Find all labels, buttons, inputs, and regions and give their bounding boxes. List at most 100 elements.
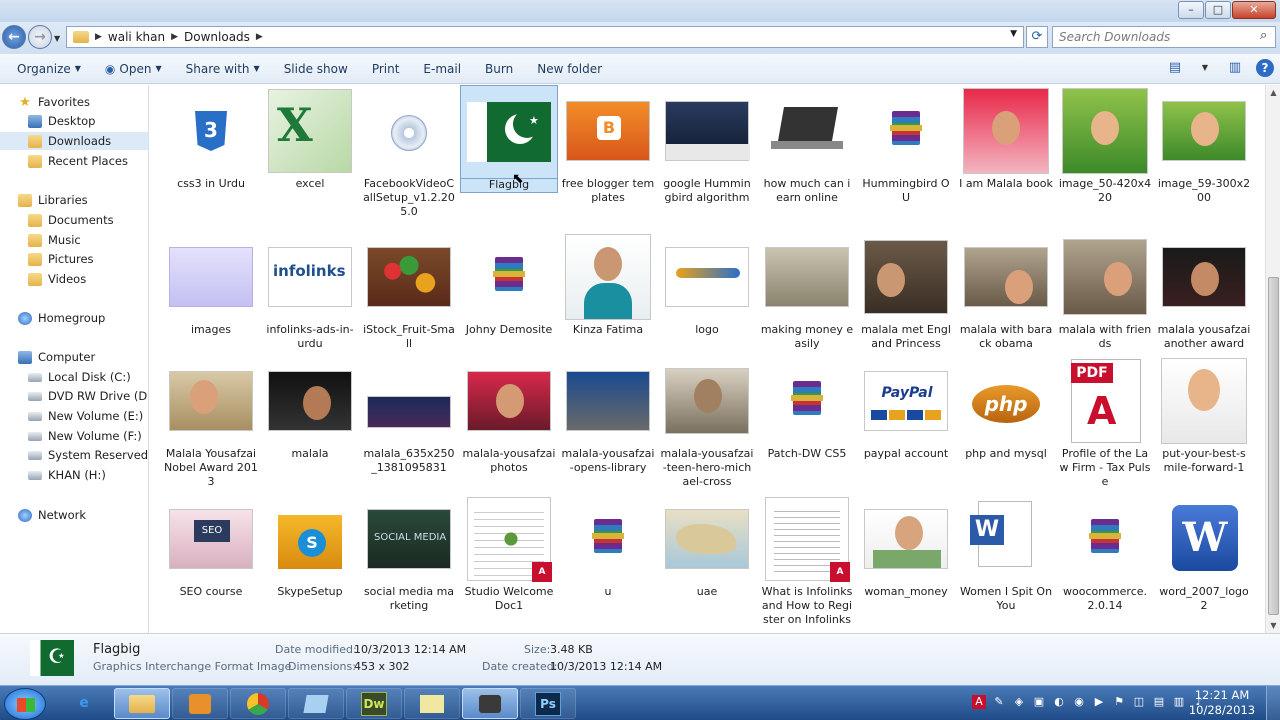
- nav-libraries[interactable]: Libraries: [18, 191, 88, 209]
- scroll-up-icon[interactable]: ▲: [1266, 85, 1280, 100]
- breadcrumb-separator-icon[interactable]: ▶: [256, 32, 263, 42]
- help-icon[interactable]: ?: [1256, 59, 1274, 77]
- file-item[interactable]: php php and mysql: [957, 355, 1055, 461]
- nav-videos[interactable]: Videos: [28, 270, 86, 288]
- file-item[interactable]: malala: [261, 355, 359, 461]
- tray-app-icon[interactable]: ◉: [1072, 695, 1086, 709]
- chevron-down-icon[interactable]: ▼: [1196, 59, 1214, 77]
- file-item[interactable]: I am Malala book: [957, 85, 1055, 191]
- forward-button[interactable]: →: [28, 25, 52, 49]
- show-desktop-button[interactable]: [1266, 686, 1280, 720]
- file-item[interactable]: malala-yousafzai-opens-library: [559, 355, 657, 475]
- taskbar-ie-icon[interactable]: e: [56, 688, 112, 719]
- file-item[interactable]: iStock_Fruit-Small: [360, 231, 458, 351]
- file-item[interactable]: malala yousafzai another award: [1155, 231, 1253, 351]
- nav-recent-places[interactable]: Recent Places: [28, 152, 128, 170]
- file-item[interactable]: SOCIAL MEDIA social media marketing: [360, 493, 458, 613]
- file-item[interactable]: Wword_2007_logo2: [1155, 493, 1253, 613]
- print-button[interactable]: Print: [360, 62, 412, 76]
- file-item[interactable]: put-your-best-smile-forward-1: [1155, 355, 1253, 475]
- file-item[interactable]: PayPal paypal account: [857, 355, 955, 461]
- email-button[interactable]: E-mail: [411, 62, 473, 76]
- refresh-icon[interactable]: ⟳: [1026, 26, 1048, 48]
- organize-button[interactable]: Organize ▼: [0, 62, 93, 76]
- vertical-scrollbar[interactable]: ▲ ▼: [1265, 85, 1280, 633]
- maximize-button[interactable]: □: [1205, 1, 1231, 19]
- taskbar-media-player-icon[interactable]: [172, 688, 228, 719]
- change-view-icon[interactable]: ▤: [1166, 59, 1184, 77]
- file-item[interactable]: W Women I Spit On You: [957, 493, 1055, 613]
- tray-app-icon[interactable]: ◐: [1052, 695, 1066, 709]
- nav-network[interactable]: Network: [18, 506, 86, 524]
- file-item[interactable]: Bfree blogger templates: [559, 85, 657, 205]
- search-input[interactable]: Search Downloads: [1052, 26, 1276, 48]
- file-item[interactable]: google Hummingbird algorithm: [658, 85, 756, 205]
- file-item[interactable]: malala-yousafzai-teen-hero-michael-cross: [658, 355, 756, 489]
- tray-app-icon[interactable]: ▶: [1092, 695, 1106, 709]
- file-item[interactable]: A What is Infolinks and How to Register o…: [758, 493, 856, 627]
- nav-music[interactable]: Music: [28, 231, 81, 249]
- file-item[interactable]: malala with barack obama: [957, 231, 1055, 351]
- tray-app-icon[interactable]: ◫: [1132, 695, 1146, 709]
- file-item[interactable]: A Studio Welcome Doc1: [460, 493, 558, 613]
- taskbar-dreamweaver-icon[interactable]: Dw: [346, 688, 402, 719]
- share-with-button[interactable]: Share with ▼: [174, 62, 272, 76]
- tray-device-icon[interactable]: ▤: [1152, 695, 1166, 709]
- taskbar-chrome-icon[interactable]: [230, 688, 286, 719]
- breadcrumb-separator-icon[interactable]: ▶: [171, 32, 178, 42]
- nav-drive-c[interactable]: Local Disk (C:): [28, 368, 131, 386]
- file-item[interactable]: woocommerce.2.0.14: [1056, 493, 1154, 613]
- taskbar-notes-icon[interactable]: [404, 688, 460, 719]
- start-button[interactable]: [4, 688, 46, 720]
- nav-desktop[interactable]: Desktop: [28, 112, 95, 130]
- nav-downloads[interactable]: Downloads: [0, 132, 148, 150]
- file-item[interactable]: image_50-420x420: [1056, 85, 1154, 205]
- file-item[interactable]: infolinks infolinks-ads-in-urdu: [261, 231, 359, 351]
- file-item[interactable]: malala_635x250_1381095831: [360, 355, 458, 475]
- tray-app-icon[interactable]: ✎: [992, 695, 1006, 709]
- tray-app-icon[interactable]: ◈: [1012, 695, 1026, 709]
- nav-computer[interactable]: Computer: [18, 348, 95, 366]
- file-item[interactable]: image_59-300x200: [1155, 85, 1253, 205]
- taskbar-app-icon[interactable]: [288, 688, 344, 719]
- file-item[interactable]: 3 css3 in Urdu: [162, 85, 260, 191]
- file-item[interactable]: FacebookVideoCallSetup_v1.2.205.0: [360, 85, 458, 219]
- breadcrumb-separator-icon[interactable]: ▶: [95, 32, 102, 42]
- back-button[interactable]: ←: [2, 25, 26, 49]
- file-item[interactable]: malala met England Princess: [857, 231, 955, 351]
- nav-favorites[interactable]: ★ Favorites: [18, 93, 90, 111]
- file-item[interactable]: Malala Yousafzai Nobel Award 2013: [162, 355, 260, 489]
- file-item[interactable]: Kinza Fatima: [559, 231, 657, 337]
- nav-drive-d[interactable]: DVD RW Drive (D:): [28, 387, 148, 405]
- file-item[interactable]: S SkypeSetup: [261, 493, 359, 599]
- tray-pdf-icon[interactable]: A: [972, 695, 986, 709]
- file-item[interactable]: Xexcel: [261, 85, 359, 191]
- nav-drive-e[interactable]: New Volume (E:): [28, 407, 143, 425]
- breadcrumb-user[interactable]: wali khan: [108, 30, 165, 44]
- file-item[interactable]: malala with friends: [1056, 231, 1154, 351]
- close-button[interactable]: ✕: [1232, 1, 1276, 19]
- new-folder-button[interactable]: New folder: [525, 62, 614, 76]
- nav-drive-h[interactable]: KHAN (H:): [28, 466, 106, 484]
- taskbar-photoshop-icon[interactable]: Ps: [520, 688, 576, 719]
- file-item[interactable]: u: [559, 493, 657, 599]
- taskbar-video-icon[interactable]: [462, 688, 518, 719]
- file-item[interactable]: uae: [658, 493, 756, 599]
- preview-pane-icon[interactable]: ▥: [1226, 59, 1244, 77]
- scroll-down-icon[interactable]: ▼: [1266, 618, 1280, 633]
- file-item[interactable]: PDF A Profile of the Law Firm - Tax Pulse: [1056, 355, 1154, 489]
- burn-button[interactable]: Burn: [473, 62, 525, 76]
- address-bar[interactable]: ▶ wali khan ▶ Downloads ▶ ▼: [66, 26, 1024, 48]
- address-dropdown-icon[interactable]: ▼: [1010, 29, 1017, 39]
- nav-homegroup[interactable]: Homegroup: [18, 309, 105, 327]
- search-icon[interactable]: ⌕: [1260, 28, 1276, 43]
- minimize-button[interactable]: –: [1178, 1, 1204, 19]
- tray-flag-icon[interactable]: ⚑: [1112, 695, 1126, 709]
- nav-drive-g[interactable]: System Reserved (G:: [28, 446, 148, 464]
- file-item[interactable]: malala-yousafzai photos: [460, 355, 558, 475]
- file-item[interactable]: Hummingbird OU: [857, 85, 955, 205]
- tray-app-icon[interactable]: ▣: [1032, 695, 1046, 709]
- taskbar-explorer-icon[interactable]: [114, 688, 170, 719]
- nav-pictures[interactable]: Pictures: [28, 250, 94, 268]
- file-item[interactable]: SEO SEO course: [162, 493, 260, 599]
